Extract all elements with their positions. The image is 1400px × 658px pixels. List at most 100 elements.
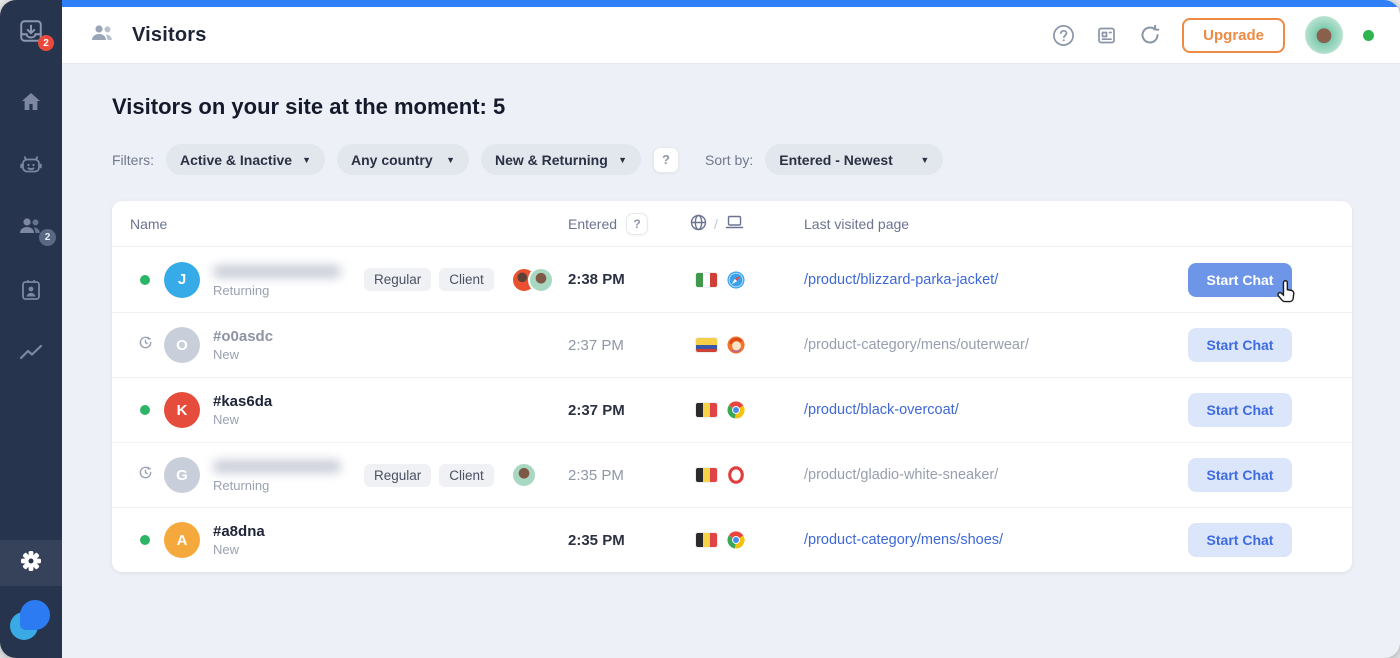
firefox-icon	[727, 336, 745, 354]
visitor-name-block: Returning	[213, 457, 341, 493]
filters-label: Filters:	[112, 152, 154, 168]
last-visited-link[interactable]: /product/blizzard-parka-jacket/	[790, 272, 1188, 288]
table-row: GReturningRegularClient2:35 PM/product/g…	[112, 442, 1352, 507]
filter-returning-dropdown[interactable]: New & Returning ▼	[481, 144, 641, 175]
visitor-tag: Regular	[364, 268, 431, 291]
logo-bubble-dark	[20, 600, 50, 630]
visitor-name[interactable]: #a8dna	[213, 523, 265, 542]
user-avatar[interactable]	[1305, 16, 1343, 54]
visitor-name[interactable]: #kas6da	[213, 393, 272, 412]
chevron-down-icon: ▼	[618, 155, 627, 165]
sidebar-item-inbox[interactable]: 2	[0, 18, 62, 44]
column-header-geo: /	[660, 214, 790, 234]
topbar: Visitors Upgrade	[62, 7, 1400, 64]
avatar: O	[164, 327, 200, 363]
visitors-badge: 2	[39, 229, 56, 246]
sidebar-item-settings[interactable]	[0, 540, 62, 586]
online-status-dot	[140, 275, 150, 285]
avatar: A	[164, 522, 200, 558]
sidebar: 2 2	[0, 0, 62, 658]
column-header-name: Name	[130, 216, 540, 232]
italy-flag-icon	[696, 273, 717, 287]
start-chat-button[interactable]: Start Chat	[1188, 263, 1292, 297]
filters-help-button[interactable]: ?	[653, 147, 679, 173]
table-row: JReturningRegularClient2:38 PM/product/b…	[112, 247, 1352, 312]
belgium-flag-icon	[696, 468, 717, 482]
upgrade-button[interactable]: Upgrade	[1182, 18, 1285, 53]
settings-gear-icon	[20, 550, 42, 577]
filter-country-dropdown[interactable]: Any country ▼	[337, 144, 469, 175]
colombia-flag-icon	[696, 338, 717, 352]
visitor-type-label: New	[213, 542, 265, 557]
operator-avatars	[511, 462, 537, 488]
safari-icon	[727, 271, 745, 289]
filters-row: Filters: Active & Inactive ▼ Any country…	[112, 144, 1352, 175]
visitor-rows: JReturningRegularClient2:38 PM/product/b…	[112, 247, 1352, 572]
globe-icon	[690, 214, 707, 234]
column-header-entered: Entered ?	[540, 213, 660, 235]
main-content: Visitors on your site at the moment: 5 F…	[62, 64, 1400, 658]
visitor-tag: Client	[439, 268, 494, 291]
sidebar-item-home[interactable]	[0, 90, 62, 114]
visitor-name-block: Returning	[213, 262, 341, 298]
last-visited-link[interactable]: /product-category/mens/shoes/	[790, 532, 1188, 548]
refresh-icon[interactable]	[1138, 23, 1162, 47]
filter-returning-value: New & Returning	[495, 152, 608, 168]
tidio-logo[interactable]	[0, 586, 62, 658]
avatar: K	[164, 392, 200, 428]
news-icon[interactable]	[1095, 24, 1118, 47]
start-chat-button[interactable]: Start Chat	[1188, 523, 1292, 557]
page-title: Visitors	[132, 24, 207, 47]
filter-activity-dropdown[interactable]: Active & Inactive ▼	[166, 144, 325, 175]
sort-dropdown[interactable]: Entered - Newest ▼	[765, 144, 943, 175]
chevron-down-icon: ▼	[302, 155, 311, 165]
belgium-flag-icon	[696, 533, 717, 547]
online-status-dot	[140, 405, 150, 415]
chrome-icon	[727, 401, 745, 419]
sidebar-item-visitors[interactable]: 2	[0, 214, 62, 238]
table-header: Name Entered ? /	[112, 201, 1352, 247]
blurred-name	[213, 460, 341, 473]
avatar: J	[164, 262, 200, 298]
blurred-name	[213, 265, 341, 278]
contacts-icon	[19, 278, 43, 302]
visitors-heading: Visitors on your site at the moment: 5	[112, 94, 1352, 120]
start-chat-button[interactable]: Start Chat	[1188, 328, 1292, 362]
sidebar-item-contacts[interactable]	[0, 278, 62, 302]
sort-value: Entered - Newest	[779, 152, 893, 168]
online-status-dot	[1363, 30, 1374, 41]
visitor-tag: Client	[439, 464, 494, 487]
idle-status-icon	[138, 335, 153, 355]
entered-time: 2:35 PM	[540, 532, 660, 549]
sidebar-item-analytics[interactable]	[0, 342, 62, 362]
operator-avatar	[511, 462, 537, 488]
visitor-type-label: New	[213, 412, 272, 427]
visitors-table-card: Name Entered ? /	[112, 201, 1352, 572]
entered-help-button[interactable]: ?	[626, 213, 648, 235]
start-chat-button[interactable]: Start Chat	[1188, 393, 1292, 427]
entered-label: Entered	[568, 216, 617, 232]
belgium-flag-icon	[696, 403, 717, 417]
visitor-name-block: #a8dnaNew	[213, 523, 265, 558]
filter-activity-value: Active & Inactive	[180, 152, 292, 168]
entered-time: 2:37 PM	[540, 337, 660, 354]
sidebar-item-chatbot[interactable]	[0, 152, 62, 178]
visitor-name-block: #o0asdcNew	[213, 328, 273, 363]
avatar: G	[164, 457, 200, 493]
visitor-type-label: Returning	[213, 283, 341, 298]
sort-by-label: Sort by:	[705, 152, 753, 168]
last-visited-link[interactable]: /product/black-overcoat/	[790, 402, 1188, 418]
table-row: A #a8dnaNew 2:35 PM/product-category/mens/…	[112, 507, 1352, 572]
last-visited-link: /product-category/mens/outerwear/	[790, 337, 1188, 353]
column-header-last-visited: Last visited page	[790, 216, 1188, 232]
start-chat-button[interactable]: Start Chat	[1188, 458, 1292, 492]
table-row: O #o0asdcNew 2:37 PM/product-category/mens…	[112, 312, 1352, 377]
analytics-icon	[18, 342, 44, 362]
chatbot-icon	[18, 152, 44, 178]
chrome-icon	[727, 531, 745, 549]
visitor-name[interactable]: #o0asdc	[213, 328, 273, 347]
home-icon	[19, 90, 43, 114]
app-window: 2 2	[0, 0, 1400, 658]
entered-time: 2:37 PM	[540, 402, 660, 419]
help-icon[interactable]	[1052, 24, 1075, 47]
